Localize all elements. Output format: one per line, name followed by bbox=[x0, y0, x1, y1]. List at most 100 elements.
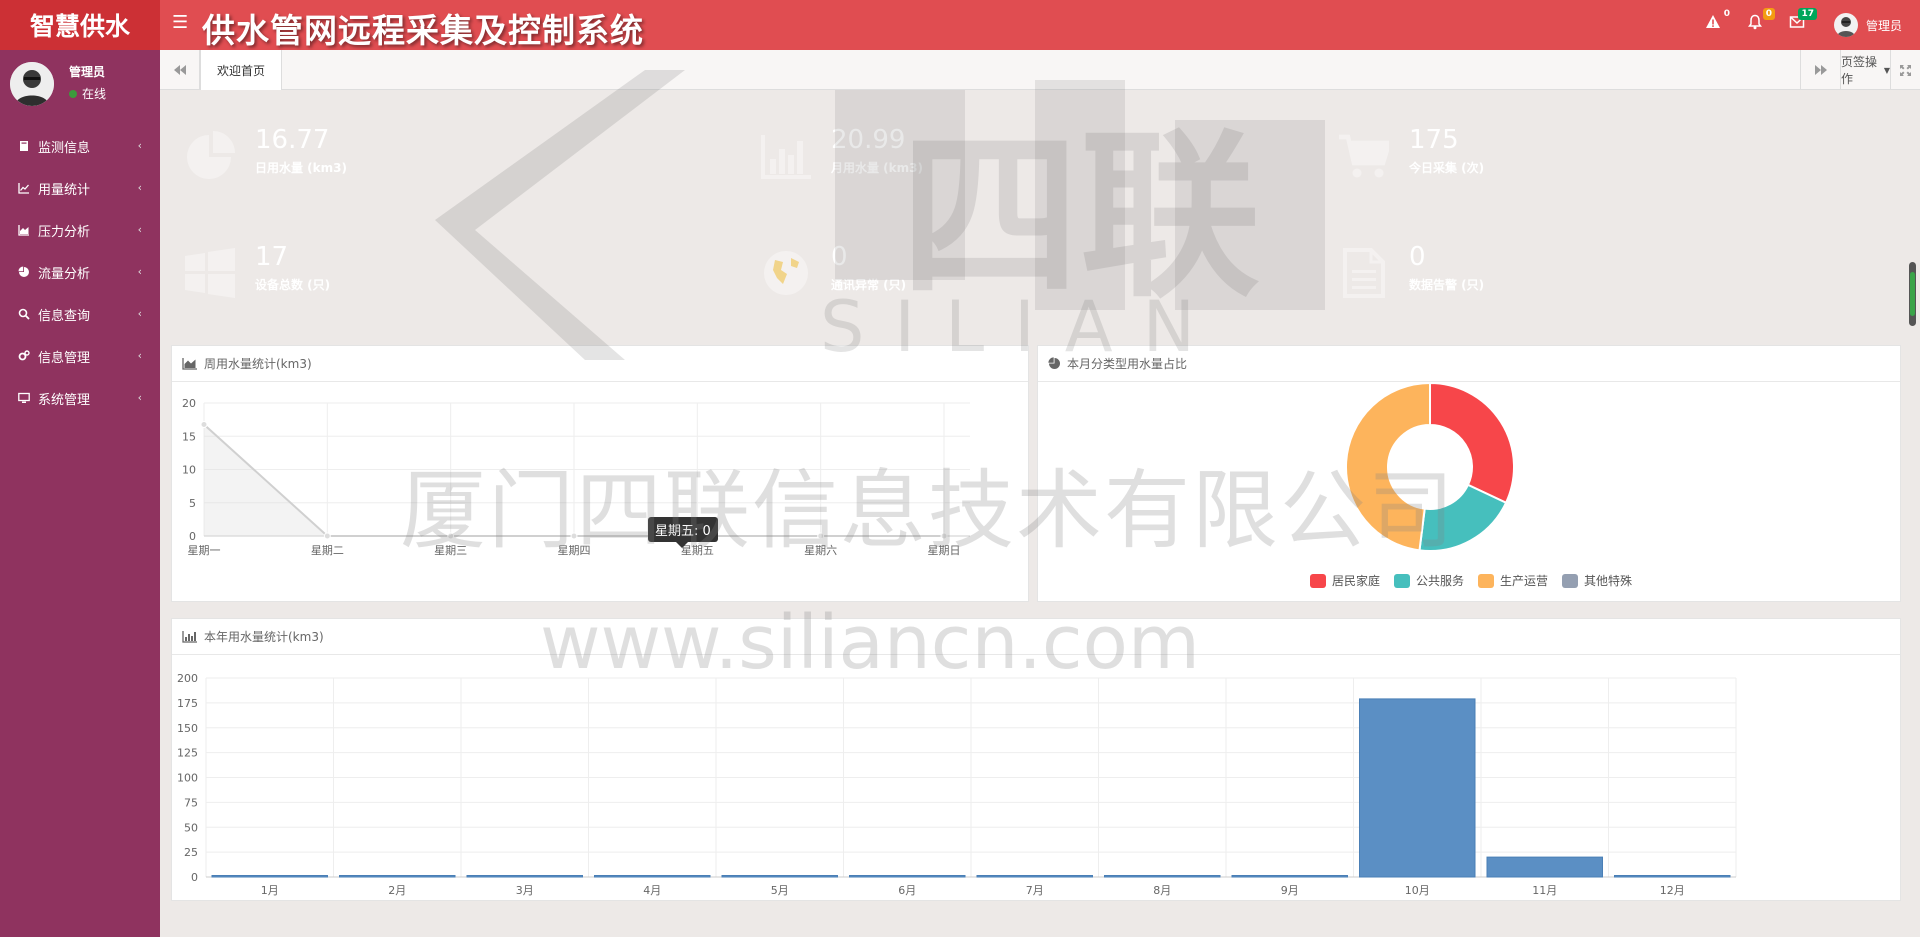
scrollbar-thumb[interactable] bbox=[1910, 272, 1915, 316]
category-chart-title: 本月分类型用水量占比 bbox=[1067, 357, 1188, 371]
header-user-name: 管理员 bbox=[1866, 18, 1903, 33]
sidebar-item-label: 信息管理 bbox=[38, 350, 91, 366]
sidebar-item-label: 流量分析 bbox=[38, 266, 91, 282]
chevron-left-icon: ‹ bbox=[137, 223, 142, 236]
tab-scroll-left-button[interactable] bbox=[160, 50, 200, 90]
x-tick-label: 星期日 bbox=[928, 544, 961, 557]
warning-icon[interactable]: 0 bbox=[1705, 9, 1730, 36]
sidebar-item-label: 监测信息 bbox=[38, 140, 91, 156]
bar bbox=[976, 875, 1093, 878]
avatar bbox=[10, 62, 54, 106]
forward-icon bbox=[1814, 65, 1827, 75]
sidebar-item-pressure[interactable]: 压力分析 ‹ bbox=[0, 209, 160, 251]
stat-value: 175 bbox=[1409, 125, 1459, 155]
x-tick-label: 4月 bbox=[643, 884, 661, 897]
data-point bbox=[817, 532, 825, 540]
yearly-chart-title: 本年用水量统计(km3) bbox=[204, 630, 324, 644]
data-point bbox=[570, 532, 578, 540]
bell-badge: 0 bbox=[1762, 8, 1775, 20]
x-tick-label: 12月 bbox=[1660, 884, 1685, 897]
sidebar-item-info-manage[interactable]: 信息管理 ‹ bbox=[0, 335, 160, 377]
y-tick-label: 50 bbox=[184, 821, 198, 834]
menu-toggle-icon[interactable]: ☰ bbox=[172, 12, 188, 33]
chevron-left-icon: ‹ bbox=[137, 391, 142, 404]
bar bbox=[849, 875, 966, 878]
sidebar-item-monitor[interactable]: 监测信息 ‹ bbox=[0, 125, 160, 167]
data-point bbox=[447, 532, 455, 540]
system-title: 供水管网远程采集及控制系统 bbox=[202, 11, 644, 50]
mail-icon[interactable]: 17 bbox=[1789, 8, 1817, 36]
legend-label: 其他特殊 bbox=[1584, 574, 1633, 588]
chevron-left-icon: ‹ bbox=[137, 349, 142, 362]
search-icon bbox=[18, 308, 30, 320]
legend-swatch bbox=[1394, 573, 1411, 588]
pie-chart-icon bbox=[18, 266, 29, 277]
backward-icon bbox=[173, 65, 186, 75]
y-tick-label: 20 bbox=[182, 397, 196, 410]
stat-label: 设备总数 (只) bbox=[255, 278, 331, 292]
y-tick-label: 5 bbox=[189, 497, 196, 510]
weekly-panel-header: 周用水量统计(km3) bbox=[172, 346, 1028, 382]
app-logo[interactable]: 智慧供水 bbox=[0, 0, 160, 50]
sidebar-item-query[interactable]: 信息查询 ‹ bbox=[0, 293, 160, 335]
chevron-left-icon: ‹ bbox=[137, 181, 142, 194]
x-tick-label: 星期六 bbox=[804, 544, 837, 557]
x-tick-label: 星期一 bbox=[188, 544, 221, 557]
globe-icon bbox=[764, 251, 808, 295]
tab-home[interactable]: 欢迎首页 bbox=[200, 50, 283, 90]
page-ops-dropdown[interactable]: 页签操作 ▼ bbox=[1840, 50, 1890, 90]
donut-slice bbox=[1429, 383, 1515, 505]
fullscreen-button[interactable] bbox=[1890, 50, 1920, 90]
y-tick-label: 25 bbox=[184, 846, 198, 859]
legend-item: 其他特殊 bbox=[1562, 572, 1632, 589]
stat-label: 通讯异常 (只) bbox=[831, 278, 907, 292]
stat-value: 0 bbox=[831, 242, 848, 272]
x-tick-label: 星期四 bbox=[558, 544, 591, 557]
x-tick-label: 7月 bbox=[1026, 884, 1044, 897]
chevron-left-icon: ‹ bbox=[137, 265, 142, 278]
x-tick-label: 9月 bbox=[1281, 884, 1299, 897]
sidebar-item-flow[interactable]: 流量分析 ‹ bbox=[0, 251, 160, 293]
bar bbox=[211, 875, 328, 878]
legend-item: 居民家庭 bbox=[1310, 572, 1380, 589]
status-text: 在线 bbox=[82, 87, 107, 101]
page-ops-label: 页签操作 bbox=[1841, 55, 1878, 86]
sidebar-item-usage[interactable]: 用量统计 ‹ bbox=[0, 167, 160, 209]
book-icon bbox=[20, 141, 28, 151]
y-tick-label: 100 bbox=[177, 772, 198, 785]
warning-badge: 0 bbox=[1723, 9, 1730, 19]
file-text-icon bbox=[1343, 248, 1385, 298]
stat-value: 0 bbox=[1409, 242, 1426, 272]
legend-label: 公共服务 bbox=[1416, 574, 1465, 588]
user-menu[interactable]: 管理员 bbox=[1834, 13, 1902, 37]
x-tick-label: 星期二 bbox=[311, 544, 344, 557]
y-tick-label: 10 bbox=[182, 464, 196, 477]
bar bbox=[721, 875, 838, 878]
bar bbox=[466, 875, 583, 878]
yearly-bar-chart: 0 25 50 75 100 125 150 175 200 1月 2月 3月 4月 5月 6月 7月 8月 9月… bbox=[177, 672, 1737, 897]
y-tick-label: 15 bbox=[182, 430, 196, 443]
stat-label: 月用水量 (km3) bbox=[831, 161, 923, 175]
sidebar-item-system[interactable]: 系统管理 ‹ bbox=[0, 377, 160, 419]
mail-badge: 17 bbox=[1798, 8, 1817, 20]
pie-chart-icon bbox=[1048, 357, 1060, 369]
stat-value: 20.99 bbox=[831, 125, 906, 155]
legend-item: 生产运营 bbox=[1478, 572, 1548, 589]
legend-swatch bbox=[1562, 573, 1579, 588]
tab-scroll-right-button[interactable] bbox=[1800, 50, 1840, 90]
y-tick-label: 0 bbox=[189, 530, 196, 543]
legend-swatch bbox=[1310, 573, 1326, 588]
stat-monthly-usage: 20.99 月用水量 (km3) bbox=[747, 103, 1315, 211]
x-tick-label: 3月 bbox=[516, 884, 534, 897]
page-scrollbar[interactable] bbox=[1909, 262, 1916, 326]
legend-item: 公共服务 bbox=[1394, 572, 1464, 589]
bar bbox=[1359, 698, 1476, 878]
bell-icon[interactable]: 0 bbox=[1747, 8, 1775, 36]
sidebar: 管理员 在线 监测信息 ‹ 用量统计 ‹ 压力分析 ‹ 流量分析 ‹ 信息查询 ‹ 信息管… bbox=[0, 50, 160, 937]
stat-daily-usage: 16.77 日用水量 (km3) bbox=[171, 103, 738, 211]
bar-chart-icon bbox=[182, 631, 197, 643]
bar bbox=[1231, 875, 1348, 878]
stat-device-total: 17 设备总数 (只) bbox=[171, 220, 738, 328]
stat-today-collection: 175 今日采集 (次) bbox=[1325, 103, 1901, 211]
stat-label: 数据告警 (只) bbox=[1409, 278, 1485, 292]
